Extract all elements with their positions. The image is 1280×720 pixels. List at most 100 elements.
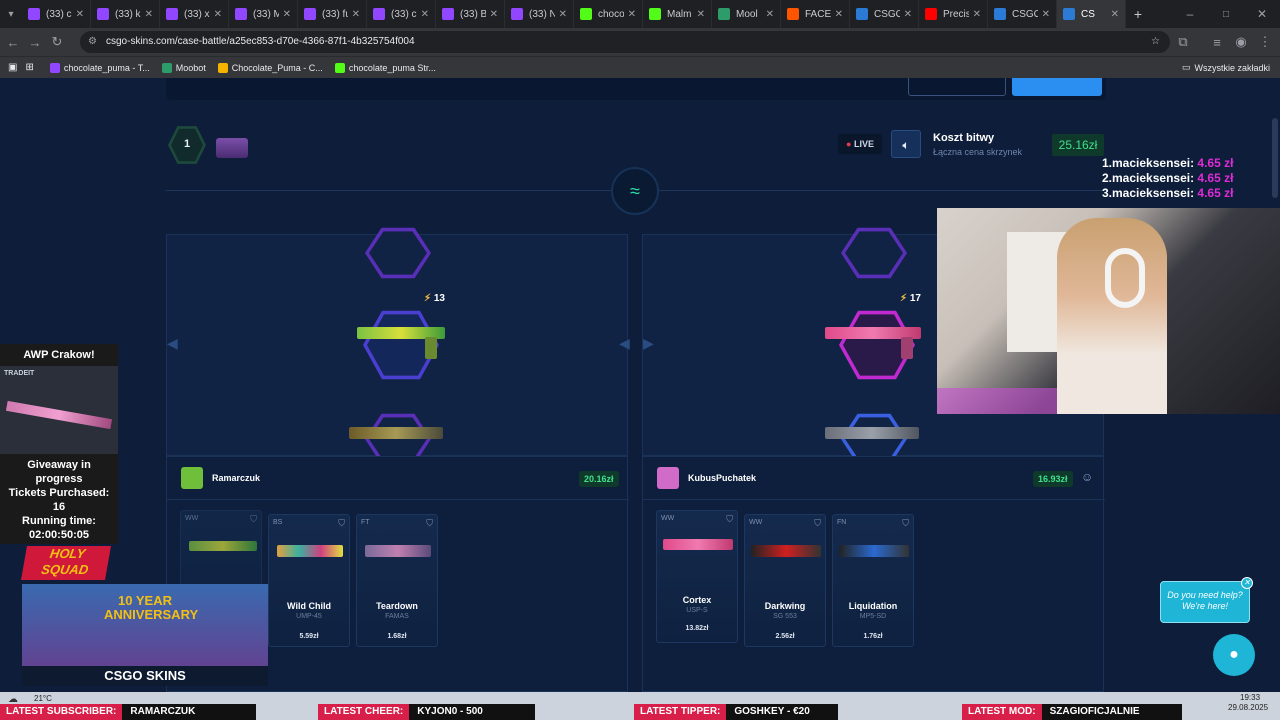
bookmark-item[interactable]: chocolate_puma - T...: [49, 62, 150, 73]
leaderboard-row: 2.macieksensei: 4.65 zł: [1102, 171, 1234, 185]
tab-close-icon[interactable]: ✕: [283, 9, 291, 20]
weapon-image: [663, 539, 733, 550]
extensions-icon[interactable]: ⧉: [1172, 34, 1194, 50]
awp-image: [5, 400, 113, 430]
avatar[interactable]: [181, 467, 203, 489]
shield-icon: ⛉: [250, 514, 257, 524]
tab-close-icon[interactable]: ✕: [559, 9, 567, 20]
bookmark-label: Moobot: [175, 62, 206, 73]
leaderboard-amount: 4.65 zł: [1197, 171, 1234, 185]
item-card[interactable]: FT ⛉ Teardown FAMAS 1.68zł: [356, 514, 438, 647]
weapon-image: [839, 545, 909, 557]
case-icon[interactable]: [216, 138, 248, 158]
sound-button[interactable]: 🔈︎: [891, 130, 921, 158]
tab-close-icon[interactable]: ✕: [490, 9, 498, 20]
menu-icon[interactable]: ⋮: [1254, 34, 1276, 50]
tab-close-icon[interactable]: ✕: [628, 9, 636, 20]
avatar[interactable]: [657, 467, 679, 489]
browser-tab[interactable]: FACEI ✕: [781, 0, 850, 28]
tab-title: (33) k: [115, 8, 141, 20]
browser-tab[interactable]: Precis ✕: [919, 0, 988, 28]
browser-tab[interactable]: CSGO ✕: [850, 0, 919, 28]
bookmark-favicon-icon: [161, 62, 172, 73]
tab-close-icon[interactable]: ✕: [76, 9, 84, 20]
bookmark-item[interactable]: Chocolate_Puma - C...: [217, 62, 323, 73]
shield-icon: ⛉: [338, 518, 345, 528]
browser-tab[interactable]: (33) k ✕: [91, 0, 160, 28]
close-window-button[interactable]: ✕: [1244, 7, 1280, 21]
tab-close-icon[interactable]: ✕: [973, 9, 981, 20]
item-condition: WW: [749, 519, 763, 526]
help-bubble[interactable]: Do you need help? We're here! ✕: [1160, 577, 1253, 623]
tab-close-icon[interactable]: ✕: [904, 9, 912, 20]
clock-time: 19:33: [1240, 693, 1261, 702]
player-total: 16.93zł: [1033, 471, 1073, 487]
item-price: 2.56zł: [775, 633, 795, 640]
tab-close-icon[interactable]: ✕: [697, 9, 705, 20]
item-card[interactable]: WW ⛉ Cortex USP-S 13.82zł: [656, 510, 738, 643]
item-card[interactable]: BS ⛉ Wild Child UMP-45 5.59zł: [268, 514, 350, 647]
profile-icon[interactable]: ◉: [1230, 34, 1252, 50]
tab-close-icon[interactable]: ✕: [1042, 9, 1050, 20]
giveaway-status: Giveaway in progress Tickets Purchased: …: [0, 454, 118, 544]
browser-tab[interactable]: Malm ✕: [643, 0, 712, 28]
live-dot-icon: ●: [846, 139, 852, 149]
tab-close-icon[interactable]: ✕: [835, 9, 843, 20]
browser-tab[interactable]: CS ✕: [1057, 0, 1126, 28]
help-close-icon[interactable]: ✕: [1241, 577, 1253, 589]
browser-tab[interactable]: (33) c ✕: [22, 0, 91, 28]
browser-tab[interactable]: (33) cl ✕: [367, 0, 436, 28]
tab-close-icon[interactable]: ✕: [421, 9, 429, 20]
item-card[interactable]: WW ⛉ Darkwing SG 553 2.56zł: [744, 514, 826, 647]
tab-close-icon[interactable]: ✕: [1111, 9, 1119, 20]
back-icon[interactable]: ←: [2, 35, 24, 50]
bookmark-item[interactable]: Moobot: [161, 62, 206, 73]
browser-tab[interactable]: (33) B ✕: [436, 0, 505, 28]
spin-count-value: 17: [909, 293, 921, 304]
browser-tab[interactable]: CSGO ✕: [988, 0, 1057, 28]
browser-tab[interactable]: Mool ✕: [712, 0, 781, 28]
browser-tab[interactable]: choco ✕: [574, 0, 643, 28]
bookmark-star-icon[interactable]: ☆: [1151, 31, 1160, 53]
shield-icon: ⛉: [902, 518, 909, 528]
right-arrow-icon: ◀: [619, 335, 630, 351]
tab-close-icon[interactable]: ✕: [766, 9, 774, 20]
minimize-button[interactable]: –: [1172, 7, 1208, 21]
maximize-button[interactable]: □: [1208, 9, 1244, 20]
tab-search-button[interactable]: ▾: [0, 9, 22, 20]
player-name[interactable]: Ramarczuk: [212, 473, 260, 483]
smiley-icon[interactable]: ☺: [1081, 470, 1093, 484]
streamer: [1057, 218, 1167, 414]
site-info-icon[interactable]: ⚙: [88, 31, 97, 53]
browser-tab[interactable]: (33) xl ✕: [160, 0, 229, 28]
sidebar-icon[interactable]: ▣: [8, 62, 17, 73]
tab-favicon-icon: [718, 8, 730, 20]
csgo-skins-logo: CSGO SKINS: [22, 666, 268, 686]
tab-close-icon[interactable]: ✕: [145, 9, 153, 20]
anniversary-title: 10 YEAR ANNIVERSARY: [104, 593, 199, 622]
bookmark-item[interactable]: chocolate_puma Str...: [334, 62, 436, 73]
forward-icon[interactable]: →: [24, 35, 46, 50]
browser-tab[interactable]: (33) N ✕: [505, 0, 574, 28]
tab-close-icon[interactable]: ✕: [214, 9, 222, 20]
share-button[interactable]: [908, 78, 1006, 96]
ticker-mod: LATEST MOD: SZAGIOFICJALNIE: [962, 704, 1182, 720]
weapon-image-bottom: [825, 427, 919, 439]
url-field[interactable]: ⚙ csgo-skins.com/case-battle/a25ec853-d7…: [80, 31, 1170, 53]
browser-tab[interactable]: (33) fu ✕: [298, 0, 367, 28]
all-bookmarks-link[interactable]: Wszystkie zakładki: [1194, 63, 1270, 73]
player-name[interactable]: KubusPuchatek: [688, 473, 756, 483]
apps-icon[interactable]: ⊞: [25, 62, 33, 73]
new-battle-button[interactable]: [1012, 78, 1102, 96]
chat-button[interactable]: ●: [1213, 634, 1255, 676]
browser-tab[interactable]: (33) M ✕: [229, 0, 298, 28]
tab-title: CSGO: [874, 8, 900, 20]
scrollbar[interactable]: [1272, 118, 1278, 198]
leaderboard-amount: 4.65 zł: [1197, 186, 1234, 200]
media-icon[interactable]: ≡: [1206, 35, 1228, 50]
tab-close-icon[interactable]: ✕: [352, 9, 360, 20]
new-tab-button[interactable]: +: [1126, 6, 1150, 22]
reload-icon[interactable]: ↻: [46, 34, 68, 50]
item-card[interactable]: FN ⛉ Liquidation MP5-SD 1.76zł: [832, 514, 914, 647]
tab-title: (33) cl: [391, 8, 417, 20]
